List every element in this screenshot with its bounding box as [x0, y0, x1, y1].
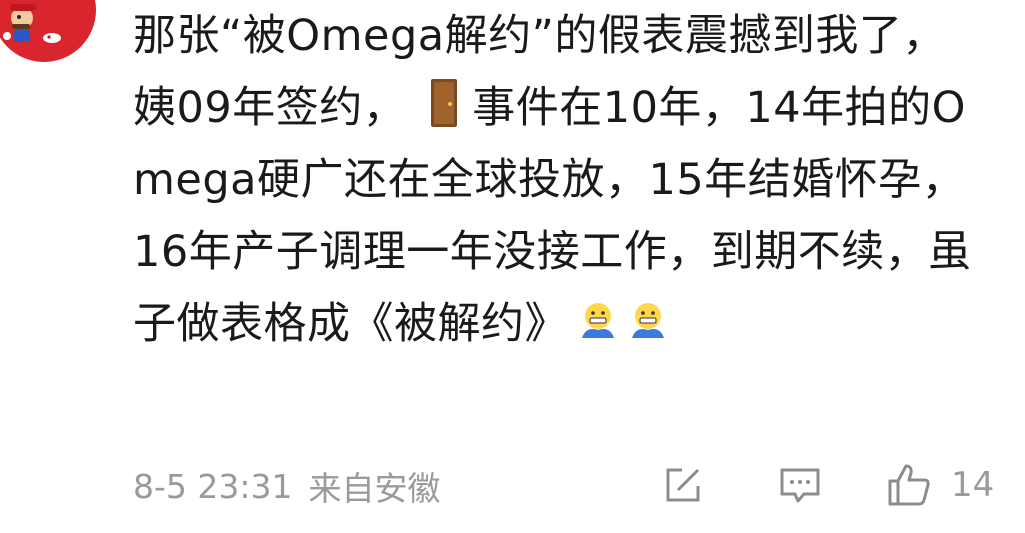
door-emoji-icon [431, 79, 458, 127]
mario-avatar-icon [3, 4, 61, 43]
comment-text: 那张“被Omega解约”的假表震撼到我了，姨09年签约， 事件在10年，14年拍的… [133, 0, 983, 360]
like-count[interactable]: 14 [951, 460, 994, 510]
thumbs-up-icon[interactable] [886, 462, 932, 508]
comment-actions: 14 [0, 460, 1025, 510]
grimacing-hands-emoji-icon [632, 303, 664, 338]
grimacing-hands-emoji-icon [582, 303, 614, 338]
edit-square-icon[interactable] [660, 462, 706, 508]
comment-bubble-icon[interactable] [777, 462, 823, 508]
avatar[interactable] [0, 0, 96, 62]
